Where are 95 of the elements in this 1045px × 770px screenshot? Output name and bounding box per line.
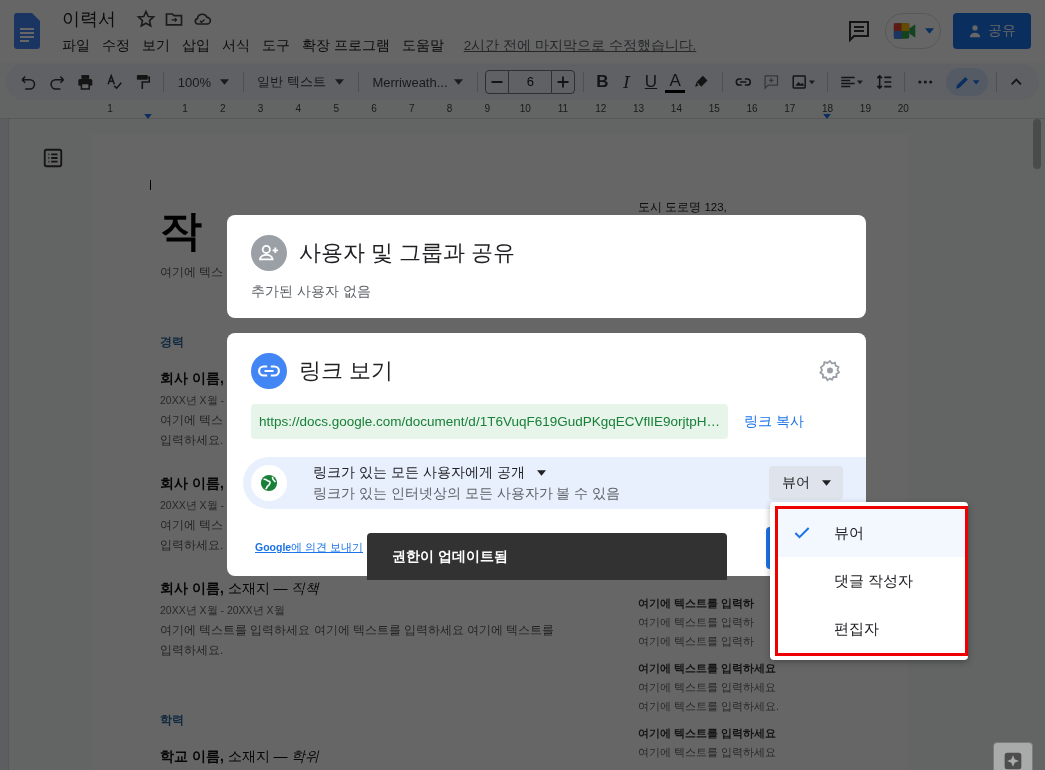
settings-icon[interactable] [818, 359, 842, 383]
role-menu-item[interactable]: 편집자 [775, 605, 968, 656]
doc-role: 회사 이름, 소재지 — 직책 [160, 579, 321, 598]
skill-text: 여기에 텍스트를 입력하세요. [638, 699, 780, 714]
scrollbar-thumb[interactable] [1033, 119, 1041, 169]
indent-marker-icon[interactable] [821, 114, 833, 119]
feedback-link[interactable]: Google에 의견 보내기 [255, 541, 363, 555]
access-dropdown[interactable]: 링크가 있는 모든 사용자에게 공개 [313, 463, 621, 482]
copy-link-button[interactable]: 링크 복사 [744, 412, 804, 431]
meet-button[interactable] [885, 13, 941, 49]
ruler-number: 8 [445, 103, 454, 114]
doc-text: 여기에 텍스트를 입력하세요 여기에 텍스트를 입력하세요 여기에 텍스트를 [160, 623, 555, 638]
format-button[interactable]: U [640, 72, 662, 92]
menu-item[interactable]: 도구 [262, 37, 290, 55]
caret-icon [453, 79, 463, 85]
person-icon [968, 24, 982, 38]
editing-mode-button[interactable] [945, 68, 988, 96]
doc-text: 입력하세요. [160, 538, 224, 553]
video-camera-icon [892, 21, 917, 41]
format-button[interactable]: I [616, 72, 637, 92]
access-description: 링크가 있는 인터넷상의 모든 사용자가 볼 수 있음 [313, 484, 621, 503]
ruler-number: 14 [669, 103, 683, 114]
sparkle-icon [1003, 751, 1023, 770]
text-cursor [150, 180, 151, 190]
plus-icon[interactable] [551, 70, 576, 94]
ruler-number: 1 [181, 103, 189, 114]
add-person-icon [251, 235, 287, 271]
caret-icon [821, 480, 831, 486]
doc-text: 여기에 텍스 [160, 265, 224, 280]
doc-section: 경력 [160, 332, 184, 352]
ruler-number: 19 [858, 103, 872, 114]
last-edit-link[interactable]: 2시간 전에 마지막으로 수정했습니다. [463, 37, 697, 55]
ruler-number: 16 [745, 103, 759, 114]
address-text: 도시 도로명 123, [638, 200, 728, 215]
doc-role: 학교 이름, 소재지 — 학위 [160, 747, 321, 766]
doc-section: 학력 [160, 710, 184, 730]
ruler-number: 20 [896, 103, 910, 114]
ruler-number: 1 [106, 103, 114, 114]
doc-text: 입력하세요. [160, 433, 224, 448]
ruler-number: 12 [594, 103, 608, 114]
menu-item[interactable]: 보기 [142, 37, 170, 55]
ruler-number: 9 [483, 103, 492, 114]
outline-icon[interactable] [41, 147, 64, 169]
role-menu-item[interactable]: 뷰어 [775, 506, 968, 557]
ruler-number: 10 [518, 103, 532, 114]
star-icon[interactable] [136, 9, 156, 29]
minus-icon[interactable] [485, 70, 510, 94]
ruler-number: 2 [219, 103, 227, 114]
dialog-title: 사용자 및 그룹과 공유 [299, 239, 516, 267]
link-field[interactable]: https://docs.google.com/document/d/1T6VuqF619GudPKgqECVflIE9orjtpH… [251, 404, 728, 439]
menu-item[interactable]: 삽입 [182, 37, 210, 55]
skill-heading: 여기에 텍스트를 입력하세요 [638, 726, 778, 741]
ruler-number: 15 [707, 103, 721, 114]
doc-text: 입력하세요. [160, 643, 224, 658]
font-dropdown[interactable]: Merriweath... [366, 69, 469, 95]
format-button[interactable]: A [665, 71, 686, 93]
no-users-text: 추가된 사용자 없음 [251, 283, 372, 301]
role-menu-item[interactable]: 댓글 작성자 [775, 557, 968, 605]
indent-marker-icon[interactable] [142, 114, 154, 119]
ruler-number: 13 [632, 103, 646, 114]
skill-heading: 여기에 텍스트를 입력하세요 [638, 661, 778, 676]
format-button[interactable]: B [592, 72, 613, 92]
ruler-number: 6 [370, 103, 378, 114]
document-title[interactable]: 이력서 [62, 7, 116, 31]
share-button[interactable]: 공유 [953, 13, 1031, 49]
menu-item[interactable]: 파일 [62, 37, 90, 55]
ruler-number: 17 [783, 103, 797, 114]
caret-icon [334, 79, 344, 85]
ruler-number: 11 [556, 103, 570, 114]
menu-item[interactable]: 서식 [222, 37, 250, 55]
menu-item[interactable]: 확장 프로그램 [302, 37, 390, 55]
font-size-field[interactable]: 6 [509, 70, 552, 94]
ruler-number: 3 [256, 103, 265, 114]
caret-icon [219, 79, 229, 85]
docs-logo-icon[interactable] [14, 13, 40, 49]
ruler-number: 4 [294, 103, 303, 114]
explore-button[interactable] [993, 742, 1033, 770]
ruler-number: 7 [408, 103, 416, 114]
skill-heading: 여기에 텍스트를 입력하 [638, 596, 756, 611]
doc-text: 여기에 텍스 [160, 518, 224, 533]
caret-icon [536, 469, 546, 476]
role-dropdown[interactable]: 뷰어 [769, 466, 843, 500]
ruler-number: 18 [821, 103, 835, 114]
style-dropdown[interactable]: 일반 텍스트 [251, 69, 350, 95]
comment-icon[interactable] [847, 19, 871, 43]
caret-icon [924, 28, 934, 34]
doc-title: 작 [160, 206, 202, 256]
ruler-number: 5 [332, 103, 340, 114]
menu-item[interactable]: 수정 [102, 37, 130, 55]
link-icon [251, 353, 287, 389]
zoom-dropdown[interactable]: 100% [171, 69, 235, 95]
doc-text: 여기에 텍스 [160, 413, 224, 428]
menu-item[interactable]: 도움말 [401, 37, 444, 55]
dialog-title: 링크 보기 [299, 357, 394, 385]
snackbar: 권한이 업데이트됨 [367, 533, 727, 580]
